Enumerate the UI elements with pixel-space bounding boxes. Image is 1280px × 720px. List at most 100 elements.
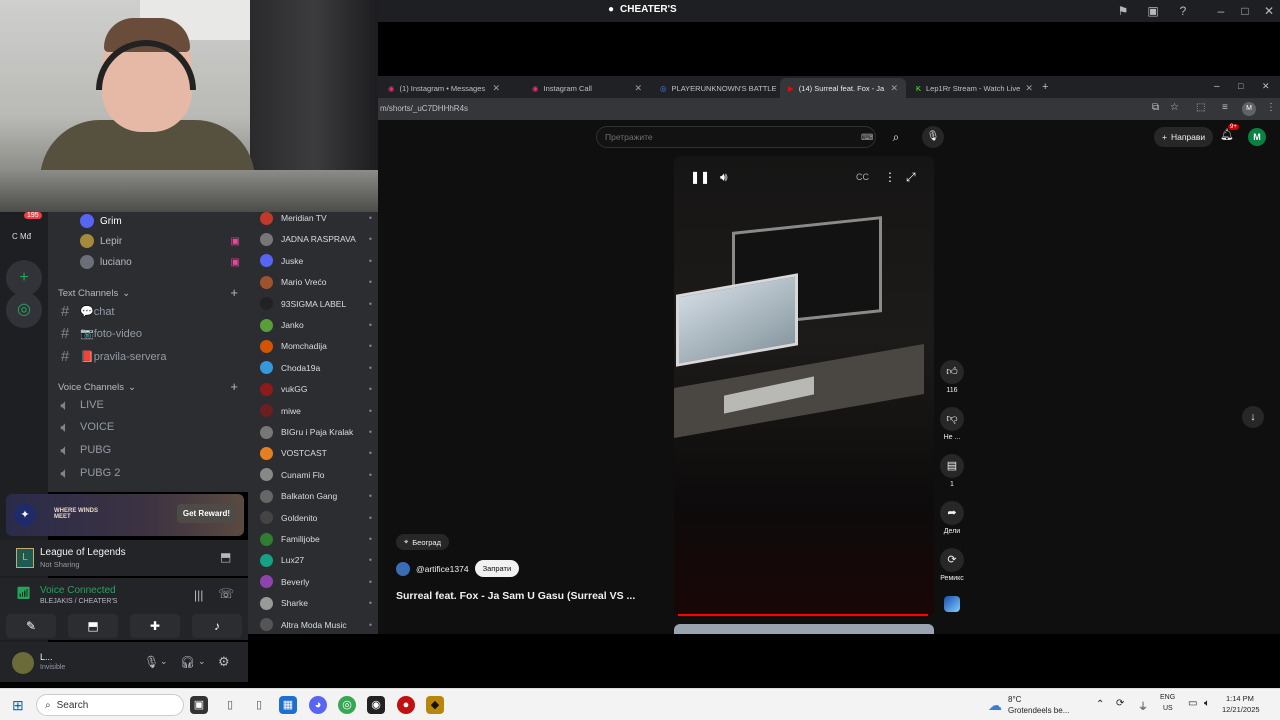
member-item[interactable]: Juske • xyxy=(260,251,372,271)
voice-category[interactable]: Voice Channels ⌄ xyxy=(58,382,136,393)
clock-date[interactable]: 12/21/2025 xyxy=(1222,705,1260,714)
server-shortname[interactable]: C Mđ xyxy=(12,232,31,241)
member-item[interactable]: Lux27 • xyxy=(260,550,372,570)
channel-name[interactable]: @artifice1374 xyxy=(416,564,469,574)
comments-button[interactable]: ▤ 1 xyxy=(936,454,968,488)
text-category[interactable]: Text Channels ⌄ xyxy=(58,288,130,299)
maximize-icon[interactable]: □ xyxy=(1238,4,1252,18)
voice-user[interactable]: luciano ▣ xyxy=(80,253,240,271)
voice-channel-pubg-2[interactable]: 🔈︎ PUBG 2 xyxy=(58,463,238,483)
member-item[interactable]: Balkaton Gang • xyxy=(260,486,372,506)
reading-list-icon[interactable]: ≡ xyxy=(1222,102,1228,113)
account-avatar[interactable]: M xyxy=(1248,128,1266,146)
windows-start-icon[interactable]: ⊞ xyxy=(12,697,24,714)
disconnect-icon[interactable]: ☏ xyxy=(218,586,234,602)
install-icon[interactable]: ⧉ xyxy=(1152,102,1159,113)
language-code[interactable]: ENG xyxy=(1160,694,1175,701)
member-item[interactable]: miwe • xyxy=(260,401,372,421)
language-region[interactable]: US xyxy=(1163,705,1173,712)
taskbar-search[interactable]: ⌕ Search xyxy=(36,694,184,716)
close-icon[interactable]: ✕ xyxy=(1262,81,1270,92)
menu-icon[interactable]: ⋮ xyxy=(1266,102,1276,113)
pubg-icon[interactable]: ◆ xyxy=(426,696,444,714)
chrome-icon[interactable]: ◎ xyxy=(338,696,356,714)
member-item[interactable]: Cunami Flo • xyxy=(260,465,372,485)
dislike-button[interactable]: 👎︎ Не ... xyxy=(936,407,968,441)
soundboard-button[interactable]: ♪ xyxy=(192,614,242,638)
remix-button[interactable]: ⟳ Ремикс xyxy=(936,548,968,582)
game-launcher-icon[interactable]: ● xyxy=(397,696,415,714)
member-item[interactable]: Familijobe • xyxy=(260,529,372,549)
chevron-down-icon[interactable]: ⌄ xyxy=(198,656,206,667)
chevron-down-icon[interactable]: ⌄ xyxy=(160,656,168,667)
member-item[interactable]: JADNA RASPRAVA • xyxy=(260,229,372,249)
next-short-preview[interactable] xyxy=(674,624,934,634)
bookmark-star-icon[interactable]: ☆ xyxy=(1170,102,1179,113)
microphone-icon[interactable]: 🎙︎ xyxy=(144,655,159,669)
minimize-icon[interactable]: – xyxy=(1214,4,1228,18)
profile-avatar[interactable]: M xyxy=(1242,102,1256,116)
weather-icon[interactable]: ☁ xyxy=(988,697,1002,714)
tab-youtube-shorts[interactable]: ▶ (14) Surreal feat. Fox - Ja ✕ xyxy=(780,78,906,98)
member-item[interactable]: vukGG • xyxy=(260,379,372,399)
screen-icon[interactable]: ▣ xyxy=(1146,4,1160,18)
member-item[interactable]: Choda19a • xyxy=(260,358,372,378)
add-server-icon[interactable]: + xyxy=(6,260,42,296)
tab-pubg[interactable]: ◎PLAYERUNKNOWN'S BATTLE✕ xyxy=(652,78,778,98)
inbox-icon[interactable]: ⚑ xyxy=(1116,4,1130,18)
location-chip[interactable]: ⌖ Београд xyxy=(396,534,449,550)
channel-foto-video[interactable]: # 📷foto-video xyxy=(58,323,238,343)
store-icon[interactable]: ▦ xyxy=(279,696,297,714)
discord-icon[interactable]: ◕ xyxy=(309,696,327,714)
voice-user[interactable]: Grim xyxy=(80,212,122,230)
create-button[interactable]: + Направи xyxy=(1154,127,1214,147)
tab-kick-stream[interactable]: K Lep1Rr Stream - Watch Live ✕ xyxy=(908,78,1034,98)
share-button[interactable]: ➦ Дели xyxy=(936,501,968,535)
pause-icon[interactable]: ❚❚ xyxy=(690,170,710,184)
like-button[interactable]: 👍︎ 116 xyxy=(936,360,968,394)
voice-channel-live[interactable]: 🔈︎ LIVE xyxy=(58,395,238,415)
camera-button[interactable]: ✎ xyxy=(6,614,56,638)
minimize-icon[interactable]: – xyxy=(1214,81,1220,92)
activities-button[interactable]: ✚ xyxy=(130,614,180,638)
settings-icon[interactable]: ⚙ xyxy=(218,654,230,670)
tab-instagram-call[interactable]: ◉ Instagram Call ✕ xyxy=(524,78,650,98)
member-item[interactable]: Janko • xyxy=(260,315,372,335)
screen-share-button[interactable]: ⬒ xyxy=(68,614,118,638)
member-item[interactable]: Momchadija • xyxy=(260,336,372,356)
new-tab-icon[interactable]: + xyxy=(1042,81,1048,93)
channel-avatar[interactable] xyxy=(396,561,410,576)
member-item[interactable]: Mario Vrećo • xyxy=(260,272,372,292)
extensions-icon[interactable]: ⬚ xyxy=(1196,102,1205,113)
voice-user[interactable]: Lepir ▣ xyxy=(80,232,240,250)
volume-icon[interactable]: 🔊︎ xyxy=(720,170,728,185)
captions-icon[interactable]: CC xyxy=(856,172,869,182)
search-icon[interactable]: ⌕ xyxy=(882,126,910,148)
close-tab-icon[interactable]: ✕ xyxy=(492,83,500,94)
member-item[interactable]: VOSTCAST • xyxy=(260,443,372,463)
close-tab-icon[interactable]: ✕ xyxy=(634,83,642,94)
video-progress-bar[interactable] xyxy=(678,614,928,616)
tab-instagram-messages[interactable]: ◉ (1) Instagram • Messages ✕ xyxy=(380,78,508,98)
voice-channel-pubg[interactable]: 🔈︎ PUBG xyxy=(58,440,238,460)
member-item[interactable]: Meridian TV • xyxy=(260,208,372,228)
member-item[interactable]: 93SIGMA LABEL • xyxy=(260,294,372,314)
noise-suppression-icon[interactable]: ||| xyxy=(194,588,203,602)
get-reward-button[interactable]: Get Reward! xyxy=(176,504,236,523)
member-item[interactable]: Altra Moda Music • xyxy=(260,615,372,635)
member-item[interactable]: BIGru i Paja Kralak • xyxy=(260,422,372,442)
usb-icon[interactable]: ⏚ xyxy=(1138,698,1148,713)
add-voice-channel-icon[interactable]: + xyxy=(230,379,238,394)
task-view-icon[interactable]: ▣ xyxy=(190,696,208,714)
fullscreen-icon[interactable]: ⤢ xyxy=(906,170,916,185)
member-item[interactable]: Beverly • xyxy=(260,572,372,592)
file-icon[interactable]: ▯ xyxy=(221,696,239,714)
share-screen-icon[interactable]: ⬒ xyxy=(220,550,231,564)
document-icon[interactable]: ▯ xyxy=(250,696,268,714)
headphones-icon[interactable]: 🎧︎ xyxy=(180,655,195,669)
network-icon[interactable]: ▭ xyxy=(1188,698,1197,709)
more-options-icon[interactable]: ⋮ xyxy=(884,170,896,184)
next-video-icon[interactable]: ↓ xyxy=(1242,406,1264,428)
url-field[interactable]: m/shorts/_uC7DHHhR4s xyxy=(380,104,468,113)
subscribe-button[interactable]: Запрати xyxy=(474,560,520,577)
